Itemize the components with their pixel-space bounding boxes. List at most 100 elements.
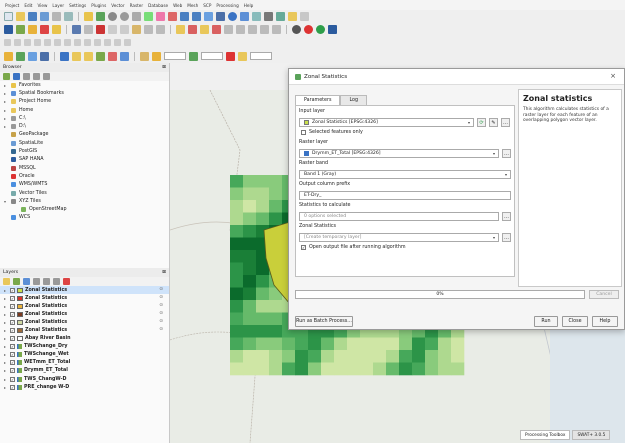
layer-visibility-checkbox[interactable]: ✓	[10, 368, 15, 374]
label-rotate-icon[interactable]	[236, 25, 245, 34]
zoom-in-icon[interactable]	[108, 12, 117, 21]
fill-ring-icon[interactable]	[94, 39, 101, 46]
expand-arrow-icon[interactable]: ▸	[4, 83, 8, 88]
roi-zoom-icon[interactable]	[238, 51, 247, 61]
pan-to-selection-icon[interactable]	[96, 12, 105, 21]
menu-item-edit[interactable]: Edit	[24, 3, 32, 8]
browser-item[interactable]: Oracle	[0, 172, 169, 180]
menu-item-settings[interactable]: Settings	[69, 3, 86, 8]
expand-arrow-icon[interactable]: ▸	[4, 312, 8, 317]
delete-ring-icon[interactable]	[104, 39, 111, 46]
label-move-icon[interactable]	[224, 25, 233, 34]
layer-indicator-icon[interactable]: ⊙	[159, 319, 163, 324]
identify-icon[interactable]	[240, 12, 249, 21]
layer-visibility-checkbox[interactable]: ✓	[10, 287, 15, 293]
tab-processing-toolbox[interactable]: Processing Toolbox	[520, 430, 571, 440]
browser-item[interactable]: OpenStreetMap	[0, 205, 169, 213]
merge-icon[interactable]	[24, 39, 31, 46]
digitize-icon[interactable]	[16, 25, 25, 34]
undo-icon[interactable]	[144, 25, 153, 34]
label-highlight-icon[interactable]	[260, 25, 269, 34]
browse-button[interactable]: …	[502, 212, 511, 221]
browser-item[interactable]: MSSQL	[0, 164, 169, 172]
remove-layer-icon[interactable]	[63, 278, 70, 285]
label-pin-icon[interactable]	[188, 25, 197, 34]
select-freehand-icon[interactable]	[108, 51, 117, 61]
expand-arrow-icon[interactable]: ▸	[4, 385, 8, 390]
layer-item[interactable]: ▸ ✓ Drymm_ET_Total	[0, 367, 169, 375]
menu-item-scp[interactable]: SCP	[203, 3, 211, 8]
open-table-icon[interactable]	[252, 12, 261, 21]
menu-item-layer[interactable]: Layer	[52, 3, 64, 8]
browser-item[interactable]: ▸ C:\	[0, 114, 169, 122]
layer-item[interactable]: ▸ ✓ Abay River Basin	[0, 335, 169, 343]
copy-icon[interactable]	[120, 25, 129, 34]
style-icon[interactable]	[3, 278, 10, 285]
open-project-icon[interactable]	[16, 12, 25, 21]
browser-refresh-icon[interactable]	[13, 73, 20, 80]
expand-arrow-icon[interactable]: ▸	[4, 368, 8, 373]
browser-item[interactable]: WCS	[0, 214, 169, 222]
batch-process-button[interactable]: Run as Batch Process...	[295, 316, 353, 327]
identify-features-icon[interactable]	[60, 51, 69, 61]
layer-item[interactable]: ▸ ✓ Zonal Statistics ⊙	[0, 294, 169, 302]
scp-band-icon[interactable]	[304, 25, 313, 34]
scp-dock-icon[interactable]	[328, 25, 337, 34]
browser-item[interactable]: ▸ Project Home	[0, 98, 169, 106]
offset-icon[interactable]	[44, 39, 51, 46]
zoom-next-icon[interactable]	[192, 12, 201, 21]
new-map-view-icon[interactable]	[204, 12, 213, 21]
menu-item-plugins[interactable]: Plugins	[91, 3, 106, 8]
expand-arrow-icon[interactable]: ▸	[4, 296, 8, 301]
expand-arrow-icon[interactable]: ▸	[4, 108, 8, 113]
layer-visibility-checkbox[interactable]: ✓	[10, 303, 15, 309]
menu-item-raster[interactable]: Raster	[130, 3, 144, 8]
dock-close-icon[interactable]: ⊠	[162, 270, 166, 275]
temporal-controller-icon[interactable]	[216, 12, 225, 21]
collapse-all-icon[interactable]	[33, 73, 40, 80]
scp-icon[interactable]	[292, 25, 301, 34]
split-icon[interactable]	[14, 39, 21, 46]
layer-visibility-checkbox[interactable]: ✓	[10, 295, 15, 301]
simplify-icon[interactable]	[64, 39, 71, 46]
expand-arrow-icon[interactable]: ▸	[4, 99, 8, 104]
cut-icon[interactable]	[108, 25, 117, 34]
select-radius-icon[interactable]	[120, 51, 129, 61]
layer-item[interactable]: ▸ ✓ TWSchange_Dry	[0, 343, 169, 351]
iterate-icon[interactable]: ⟳	[477, 118, 486, 127]
roi-combo[interactable]	[164, 52, 186, 60]
select-feature-icon[interactable]	[52, 25, 61, 34]
layer-visibility-checkbox[interactable]: ✓	[10, 319, 15, 325]
new-project-icon[interactable]	[4, 12, 13, 21]
selected-only-row[interactable]: Selected features only	[301, 130, 363, 135]
add-ring-icon[interactable]	[74, 39, 81, 46]
measure-icon[interactable]	[288, 12, 297, 21]
stats-select[interactable]: 0 options selected	[299, 212, 499, 221]
browse-button[interactable]: …	[502, 233, 511, 242]
expand-arrow-icon[interactable]: ▸	[4, 304, 8, 309]
pan-icon[interactable]	[84, 12, 93, 21]
expand-arrow-icon[interactable]: ▸	[4, 336, 8, 341]
layer-visibility-checkbox[interactable]: ✓	[10, 328, 15, 334]
prefix-input[interactable]: ET-Dry_	[299, 191, 511, 200]
menu-item-view[interactable]: View	[37, 3, 47, 8]
delete-selected-icon[interactable]	[96, 25, 105, 34]
browser-item[interactable]: SpatiaLite	[0, 139, 169, 147]
browser-item[interactable]: WMS/WMTS	[0, 181, 169, 189]
open-after-checkbox[interactable]: ✓	[301, 245, 306, 250]
layer-item[interactable]: ▸ ✓ Zonal Statistics ⊙	[0, 318, 169, 326]
tab-log[interactable]: Log	[340, 95, 368, 105]
scp-preview-icon[interactable]	[316, 25, 325, 34]
save-project-icon[interactable]	[28, 12, 37, 21]
expand-arrow-icon[interactable]: ▸	[4, 124, 8, 129]
menu-item-mesh[interactable]: Mesh	[187, 3, 198, 8]
add-postgis-icon[interactable]	[40, 51, 49, 61]
expand-arrow-icon[interactable]: ▸	[4, 377, 8, 382]
layer-visibility-checkbox[interactable]: ✓	[10, 344, 15, 350]
dock-close-icon[interactable]: ⊠	[162, 65, 166, 70]
add-vector-layer-icon[interactable]	[4, 51, 13, 61]
manage-themes-icon[interactable]	[23, 278, 30, 285]
menu-item-web[interactable]: Web	[173, 3, 182, 8]
diagram-icon[interactable]	[200, 25, 209, 34]
collapse-layers-icon[interactable]	[53, 278, 60, 285]
